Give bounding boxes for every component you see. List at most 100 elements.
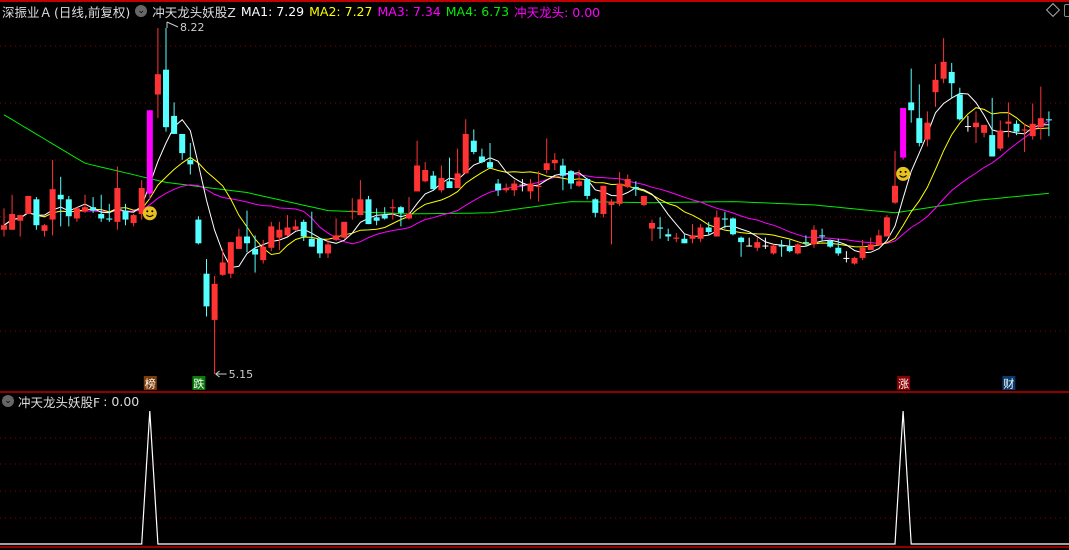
candle bbox=[924, 111, 931, 147]
candle-body bbox=[738, 237, 745, 243]
candle-body bbox=[1013, 123, 1020, 132]
event-marker-label: 跌 bbox=[193, 377, 204, 391]
candle bbox=[770, 244, 777, 255]
candle bbox=[163, 28, 169, 132]
candle bbox=[689, 224, 696, 244]
candle bbox=[333, 218, 340, 242]
candle-body bbox=[446, 181, 453, 189]
candle bbox=[235, 228, 242, 249]
event-marker: 财 bbox=[1002, 376, 1016, 391]
candle bbox=[406, 197, 412, 220]
candle-body bbox=[17, 215, 24, 221]
candle-body bbox=[875, 235, 882, 246]
candle-body bbox=[786, 246, 793, 252]
candle bbox=[146, 110, 153, 200]
candle bbox=[956, 87, 963, 121]
candle bbox=[592, 198, 599, 218]
candle-body bbox=[49, 189, 56, 220]
candle bbox=[600, 185, 607, 218]
candle bbox=[454, 148, 461, 189]
candle-body bbox=[794, 244, 801, 254]
candle bbox=[657, 217, 664, 239]
candle bbox=[527, 179, 534, 200]
candle bbox=[195, 216, 202, 245]
candle bbox=[754, 237, 761, 252]
candle-body bbox=[754, 242, 761, 248]
candle bbox=[997, 120, 1004, 151]
candle-body bbox=[559, 165, 566, 176]
candle-body bbox=[349, 210, 356, 212]
candle bbox=[900, 108, 907, 160]
candle bbox=[41, 224, 48, 237]
candle bbox=[90, 197, 97, 213]
candle-body bbox=[511, 183, 518, 191]
candle bbox=[179, 133, 186, 160]
candle-body bbox=[608, 201, 615, 205]
chevron-down-icon[interactable]: ⌄ bbox=[2, 395, 14, 407]
candle bbox=[487, 142, 493, 169]
candle bbox=[122, 203, 129, 226]
candle bbox=[244, 210, 250, 253]
candle-body bbox=[1029, 123, 1036, 137]
candle-body bbox=[373, 217, 380, 221]
candle bbox=[697, 224, 704, 243]
candle bbox=[430, 171, 437, 190]
candle bbox=[940, 38, 947, 84]
candle bbox=[227, 242, 234, 279]
candle bbox=[681, 234, 688, 244]
candle bbox=[981, 124, 988, 138]
kline-chart[interactable]: 8.22 5.15 榜 跌 涨 财 bbox=[0, 0, 1069, 550]
candle bbox=[1045, 111, 1052, 137]
candle bbox=[349, 198, 356, 220]
candle bbox=[284, 215, 291, 237]
candle-body bbox=[65, 199, 72, 217]
candle bbox=[316, 237, 323, 258]
period-label[interactable]: (日线,前复权) bbox=[54, 2, 130, 21]
candle-body bbox=[9, 213, 16, 230]
candle-body bbox=[389, 207, 396, 209]
candle-body bbox=[333, 235, 340, 240]
candle-body bbox=[584, 179, 591, 196]
candle-body bbox=[843, 257, 850, 259]
candle-body bbox=[300, 221, 307, 237]
chevron-down-icon[interactable]: ⌄ bbox=[135, 5, 148, 17]
candle-body bbox=[90, 207, 97, 211]
candle bbox=[511, 180, 518, 196]
candle-body bbox=[948, 71, 955, 84]
candle-body bbox=[478, 156, 485, 163]
candle-body bbox=[406, 213, 412, 219]
candle-body bbox=[325, 244, 331, 254]
smiley-eye bbox=[904, 170, 907, 173]
candle-body bbox=[851, 257, 858, 264]
sub-indicator-name[interactable]: 冲天龙头妖股F bbox=[18, 392, 100, 411]
indicator-name[interactable]: 冲天龙头妖股Z bbox=[152, 2, 236, 21]
event-marker-label: 涨 bbox=[898, 378, 909, 391]
candle-body bbox=[600, 185, 607, 214]
candle bbox=[171, 102, 178, 134]
candle bbox=[422, 162, 429, 183]
candle-body bbox=[462, 133, 469, 174]
candle bbox=[1029, 103, 1036, 140]
high-pointer bbox=[166, 21, 179, 28]
candle bbox=[916, 84, 923, 147]
candle-body bbox=[956, 94, 963, 120]
candle-body bbox=[713, 217, 720, 237]
smiley-eye bbox=[151, 210, 154, 213]
candle-body bbox=[811, 229, 817, 245]
candle-body bbox=[195, 219, 202, 244]
high-price-label: 8.22 bbox=[180, 21, 205, 34]
candle-body bbox=[252, 248, 259, 255]
panel-toggle-icon[interactable] bbox=[1064, 4, 1069, 17]
candle bbox=[559, 158, 566, 191]
candle-body bbox=[397, 207, 404, 213]
candle-body bbox=[57, 194, 64, 200]
candle-body bbox=[414, 165, 421, 192]
signal-panel bbox=[0, 410, 1069, 545]
candle-body bbox=[73, 208, 80, 219]
candle bbox=[365, 195, 372, 225]
candle-body bbox=[25, 195, 32, 214]
candle-body bbox=[576, 181, 583, 186]
candle bbox=[470, 129, 477, 155]
candle-body bbox=[122, 210, 129, 220]
candle bbox=[519, 179, 526, 192]
